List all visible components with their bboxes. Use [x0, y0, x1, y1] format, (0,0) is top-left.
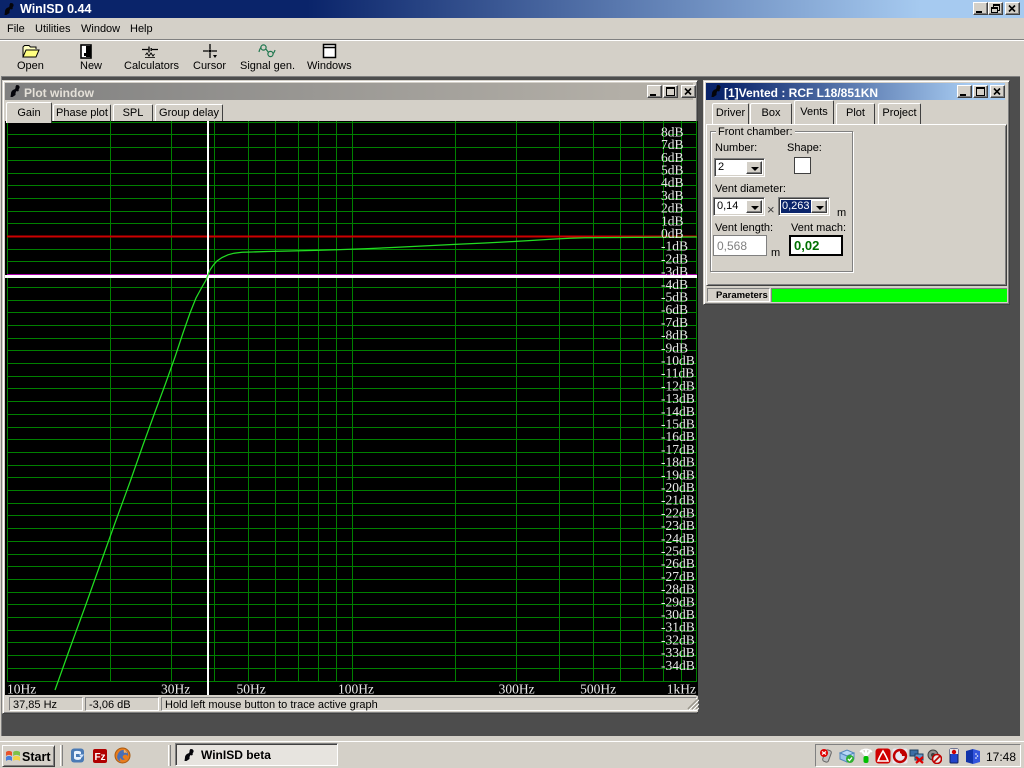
svg-text:-34dB: -34dB: [661, 658, 695, 673]
svg-text:300Hz: 300Hz: [499, 682, 535, 696]
svg-text:100Hz: 100Hz: [338, 682, 374, 696]
svg-text:10Hz: 10Hz: [7, 682, 36, 696]
svg-text:Fz: Fz: [94, 752, 105, 763]
svg-text:30Hz: 30Hz: [161, 682, 190, 696]
svg-text:1kHz: 1kHz: [667, 682, 696, 696]
svg-text:500Hz: 500Hz: [580, 682, 616, 696]
svg-text:50Hz: 50Hz: [236, 682, 265, 696]
